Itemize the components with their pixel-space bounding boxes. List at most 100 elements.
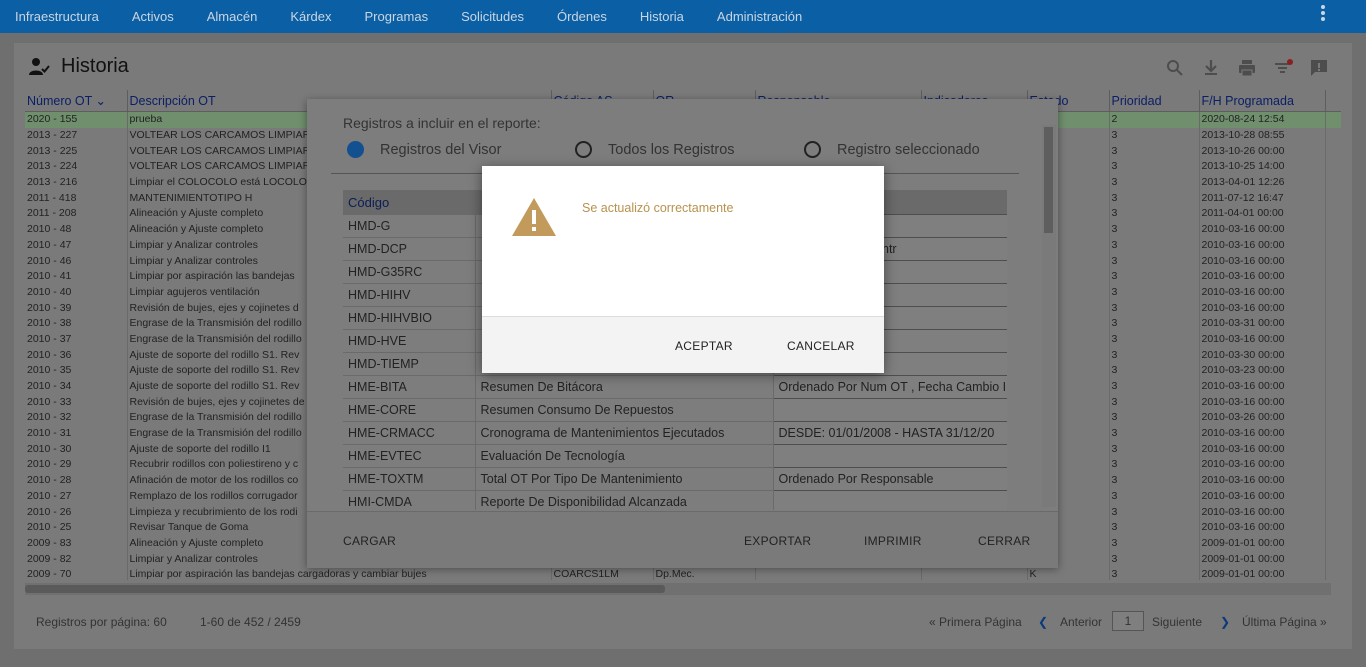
column-header[interactable]: Número OT ⌄ xyxy=(25,90,128,112)
nav-item[interactable]: Infraestructura xyxy=(15,9,99,24)
table-cell: 2011-07-12 16:47 xyxy=(1199,190,1326,207)
table-cell: 2011 - 208 xyxy=(25,206,128,222)
table-cell: 3 xyxy=(1109,535,1200,552)
table-cell: 2010-03-16 00:00 xyxy=(1199,519,1326,536)
top-nav-bar: Infraestructura Activos Almacén Kárdex Progr… xyxy=(0,0,1366,33)
column-header-label: Prioridad xyxy=(1111,93,1162,108)
report-list-scrollbar[interactable] xyxy=(1042,125,1056,507)
radio-selected-icon[interactable] xyxy=(347,141,364,158)
alert-dialog: Se actualizó correctamente ACEPTAR CANCE… xyxy=(482,166,884,373)
table-cell: 2010-03-16 00:00 xyxy=(1199,394,1326,411)
scroll-thumb[interactable] xyxy=(25,585,665,593)
table-cell: 2013 - 216 xyxy=(25,174,128,191)
report-row[interactable]: HME-CORE Resumen Consumo De Repuestos xyxy=(343,398,1007,422)
table-cell: 2010 - 30 xyxy=(25,441,128,458)
table-cell: 3 xyxy=(1109,363,1200,379)
table-cell: 3 xyxy=(1109,410,1200,426)
table-cell: 2013-10-28 08:55 xyxy=(1199,127,1326,144)
table-cell: 3 xyxy=(1109,253,1200,269)
vertical-scrollbar[interactable] xyxy=(1338,113,1350,573)
feedback-icon[interactable] xyxy=(1308,57,1330,79)
table-cell: 2010 - 32 xyxy=(25,410,128,426)
print-button[interactable]: IMPRIMIR xyxy=(864,534,922,548)
table-cell: 2010-03-16 00:00 xyxy=(1199,300,1326,316)
report-row[interactable]: HME-TOXTM Total OT Por Tipo De Mantenimie… xyxy=(343,467,1007,491)
radio-unselected-icon[interactable] xyxy=(575,141,592,158)
table-cell: 2009 - 83 xyxy=(25,535,128,552)
search-icon[interactable] xyxy=(1164,57,1186,79)
table-cell: 2009 - 70 xyxy=(25,566,128,580)
report-scope-label: Registros a incluir en el reporte: xyxy=(343,115,541,131)
previous-page-link[interactable]: Anterior xyxy=(1060,615,1102,629)
filter-icon[interactable] xyxy=(1272,57,1294,79)
report-name-cell: Resumen De Bitácora xyxy=(475,375,774,399)
nav-item[interactable]: Órdenes xyxy=(557,9,607,24)
table-cell: 3 xyxy=(1109,378,1200,395)
column-header-label: Número OT xyxy=(27,94,93,108)
column-header[interactable]: F/H Programada xyxy=(1199,90,1326,112)
records-range: 1-60 de 452 / 2459 xyxy=(200,615,301,629)
report-params-cell[interactable] xyxy=(772,490,1007,510)
table-cell: 3 xyxy=(1109,237,1200,254)
table-cell: 3 xyxy=(1109,206,1200,222)
report-params-cell[interactable]: Ordenado Por Responsable xyxy=(772,467,1007,491)
report-row[interactable]: HME-BITA Resumen De Bitácora Ordenado Por … xyxy=(343,375,1007,399)
table-cell: 2010-03-16 00:00 xyxy=(1199,331,1326,348)
column-header[interactable]: Prioridad xyxy=(1109,90,1200,112)
table-cell xyxy=(921,566,1028,580)
nav-item[interactable]: Administración xyxy=(717,9,802,24)
table-cell: 3 xyxy=(1109,441,1200,458)
table-cell: 3 xyxy=(1109,284,1200,301)
radio-viewer-records[interactable]: Registros del Visor xyxy=(347,141,501,158)
table-cell: 2020 - 155 xyxy=(25,111,128,128)
table-cell: 2010 - 33 xyxy=(25,394,128,411)
nav-item[interactable]: Historia xyxy=(640,9,684,24)
last-page-link[interactable]: Última Página » xyxy=(1242,615,1327,629)
table-cell: 2010-03-16 00:00 xyxy=(1199,237,1326,254)
cancel-button[interactable]: CANCELAR xyxy=(787,339,855,353)
close-button[interactable]: CERRAR xyxy=(978,534,1030,548)
report-params-cell[interactable] xyxy=(772,398,1007,422)
report-params-cell[interactable]: DESDE: 01/01/2008 - HASTA 31/12/20 xyxy=(772,421,1007,445)
accept-button[interactable]: ACEPTAR xyxy=(675,339,733,353)
report-row[interactable]: HME-CRMACC Cronograma de Mantenimientos E… xyxy=(343,421,1007,445)
page-number-input[interactable]: 1 xyxy=(1112,611,1144,631)
scroll-thumb[interactable] xyxy=(1044,127,1053,233)
download-icon[interactable] xyxy=(1200,57,1222,79)
nav-item[interactable]: Activos xyxy=(132,9,174,24)
more-options-icon[interactable] xyxy=(1320,5,1326,23)
report-row[interactable]: HME-EVTEC Evaluación De Tecnología xyxy=(343,444,1007,468)
radio-unselected-icon[interactable] xyxy=(804,141,821,158)
radio-selected-record[interactable]: Registro seleccionado xyxy=(804,141,980,158)
next-page-link[interactable]: Siguiente xyxy=(1152,615,1202,629)
sort-chevron-down-icon[interactable]: ⌄ xyxy=(92,94,106,108)
user-check-icon xyxy=(29,58,50,75)
nav-item[interactable]: Solicitudes xyxy=(461,9,524,24)
first-page-link[interactable]: « Primera Página xyxy=(929,615,1022,629)
table-cell: 2013 - 227 xyxy=(25,127,128,144)
print-icon[interactable] xyxy=(1236,57,1258,79)
table-row[interactable]: 2009 - 70 Limpiar por aspiración las band… xyxy=(25,566,1341,580)
nav-item[interactable]: Almacén xyxy=(207,9,258,24)
nav-item[interactable]: Programas xyxy=(365,9,429,24)
radio-all-records[interactable]: Todos los Registros xyxy=(575,141,735,158)
nav-item[interactable]: Kárdex xyxy=(290,9,331,24)
report-row[interactable]: HMI-CMDA Reporte De Disponibilidad Alcanz… xyxy=(343,490,1007,510)
records-per-page[interactable]: Registros por página: 60 xyxy=(36,615,167,629)
chevron-left-icon[interactable]: ❮ xyxy=(1038,615,1048,629)
horizontal-scrollbar[interactable] xyxy=(25,583,1331,595)
table-cell: 3 xyxy=(1109,472,1200,489)
column-header-label: Descripción OT xyxy=(129,93,216,108)
table-cell: 2010-03-16 00:00 xyxy=(1199,488,1326,505)
load-button[interactable]: CARGAR xyxy=(343,534,396,548)
report-name-cell: Total OT Por Tipo De Mantenimiento xyxy=(475,467,774,491)
report-code-cell: HME-CORE xyxy=(343,398,476,422)
table-cell: 2010-03-16 00:00 xyxy=(1199,441,1326,458)
table-cell: 2010-03-16 00:00 xyxy=(1199,504,1326,520)
report-params-cell[interactable] xyxy=(772,444,1007,468)
report-name-cell: Reporte De Disponibilidad Alcanzada xyxy=(475,490,774,510)
chevron-right-icon[interactable]: ❯ xyxy=(1220,615,1230,629)
report-params-cell[interactable]: Ordenado Por Num OT , Fecha Cambio I xyxy=(772,375,1007,399)
export-button[interactable]: EXPORTAR xyxy=(744,534,811,548)
table-cell: 2009 - 82 xyxy=(25,551,128,567)
